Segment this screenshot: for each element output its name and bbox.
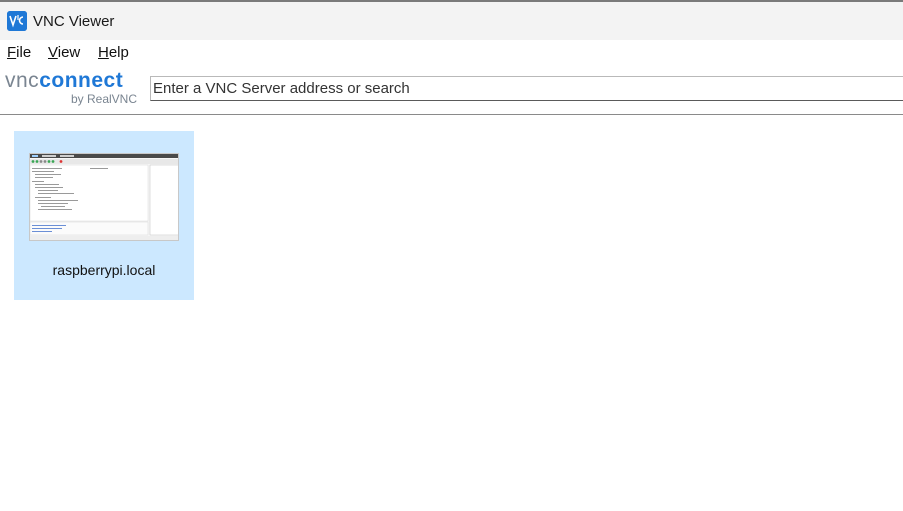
search-box[interactable] (150, 76, 903, 101)
title-bar[interactable]: VNC Viewer (0, 2, 903, 40)
window-title: VNC Viewer (33, 13, 115, 30)
menu-view-mnemonic: V (48, 44, 58, 61)
menu-file-mnemonic: F (7, 44, 17, 61)
menu-file[interactable]: File (7, 44, 31, 62)
menu-help[interactable]: Help (98, 44, 129, 62)
connection-tile[interactable]: raspberrypi.local (14, 131, 194, 300)
desktop-preview-image (30, 154, 178, 240)
menu-help-mnemonic: H (98, 44, 109, 61)
menu-file-rest: ile (16, 44, 32, 61)
connection-name: raspberrypi.local (52, 262, 156, 278)
vnc-connect-logo: vncconnect by RealVNC (5, 70, 145, 110)
address-book-area: raspberrypi.local (0, 115, 903, 511)
search-input[interactable] (153, 77, 893, 100)
connection-thumbnail (29, 153, 179, 241)
logo-connect-text: connect (39, 69, 124, 92)
menu-help-rest: elp (108, 44, 129, 61)
logo-vnc-text: vnc (5, 69, 40, 92)
logo-wordmark: vncconnect (5, 70, 123, 92)
vnc-viewer-window: VNC Viewer File View Help vncconnect by … (0, 0, 903, 511)
menu-view-rest: iew (57, 44, 81, 61)
logo-byline: by RealVNC (70, 92, 137, 106)
toolbar: vncconnect by RealVNC (0, 64, 903, 115)
menu-bar: File View Help (0, 40, 903, 64)
menu-view[interactable]: View (48, 44, 80, 62)
vnc-viewer-app-icon (7, 11, 27, 31)
